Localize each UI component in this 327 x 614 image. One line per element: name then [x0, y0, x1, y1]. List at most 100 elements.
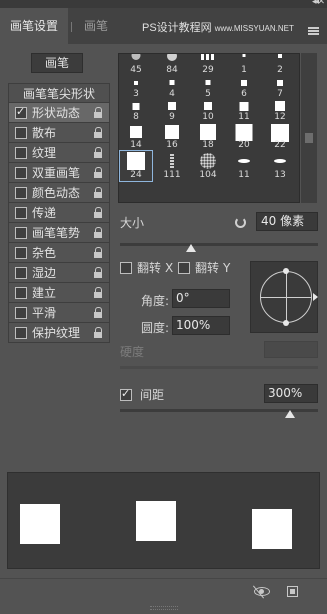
size-slider-track[interactable] — [120, 243, 318, 246]
brush-option-checkbox[interactable] — [15, 166, 27, 179]
brush-preset[interactable]: 8 — [120, 100, 152, 123]
brush-preset-size: 22 — [274, 140, 286, 150]
lock-icon[interactable] — [93, 166, 104, 179]
angle-roundness-widget[interactable] — [250, 261, 318, 333]
size-slider-thumb[interactable] — [186, 244, 197, 252]
brush-option-checkbox[interactable] — [15, 326, 27, 339]
flip-y-control[interactable]: 翻转 Y — [178, 259, 230, 276]
brush-option-label: 湿边 — [32, 266, 57, 280]
brush-option-row[interactable]: 双重画笔 — [8, 163, 110, 183]
spacing-field[interactable]: 300% — [264, 384, 318, 403]
brushes-button[interactable]: 画笔 — [31, 53, 83, 73]
brush-preset-size: 3 — [133, 89, 139, 99]
brush-preset[interactable]: 9 — [156, 100, 188, 123]
lock-icon[interactable] — [93, 246, 104, 259]
lock-icon[interactable] — [93, 286, 104, 299]
brush-preset[interactable]: 16 — [156, 123, 188, 151]
lock-icon[interactable] — [93, 146, 104, 159]
brush-option-checkbox[interactable] — [15, 286, 27, 299]
lock-icon[interactable] — [93, 266, 104, 279]
hardness-label: 硬度 — [120, 345, 145, 359]
brush-preset[interactable]: 111 — [156, 151, 188, 181]
collapse-panel-icon[interactable]: ◂◂ — [312, 0, 319, 7]
flip-x-checkbox[interactable] — [120, 261, 132, 274]
brush-preset[interactable]: 2 — [264, 54, 296, 76]
roundness-handle-bottom[interactable] — [283, 320, 289, 326]
brush-option-checkbox[interactable] — [15, 206, 27, 219]
lock-icon[interactable] — [93, 186, 104, 199]
preview-stamp — [252, 509, 292, 549]
spacing-control[interactable]: 间距 — [120, 386, 164, 403]
close-panel-icon[interactable]: ✕ — [317, 0, 325, 7]
brush-preset[interactable]: 22 — [264, 123, 296, 151]
lock-icon[interactable] — [93, 126, 104, 139]
brush-option-checkbox[interactable] — [15, 306, 27, 319]
brush-option-checkbox[interactable] — [15, 266, 27, 279]
brush-preset[interactable]: 24 — [119, 150, 153, 182]
preset-scrollbar[interactable] — [301, 53, 317, 203]
brush-preset[interactable]: 11 — [228, 100, 260, 123]
reset-size-icon[interactable] — [235, 217, 246, 228]
brush-option-row[interactable]: 纹理 — [8, 143, 110, 163]
brush-option-checkbox[interactable] — [15, 246, 27, 259]
spacing-slider-thumb[interactable] — [285, 410, 296, 418]
brush-preset[interactable]: 10 — [192, 100, 224, 123]
brush-preset-size: 111 — [163, 170, 181, 180]
lock-icon[interactable] — [93, 106, 104, 119]
brush-preset[interactable]: 6 — [228, 76, 260, 100]
brush-preset[interactable]: 13 — [264, 151, 296, 181]
brush-preset[interactable]: 3 — [120, 76, 152, 100]
lock-icon[interactable] — [93, 206, 104, 219]
flip-x-control[interactable]: 翻转 X — [120, 259, 173, 276]
brush-preset[interactable]: 4 — [156, 76, 188, 100]
brush-option-row[interactable]: 颜色动态 — [8, 183, 110, 203]
panel-resize-grip[interactable] — [150, 606, 178, 610]
angle-arrow-icon[interactable] — [313, 293, 318, 301]
brush-option-checkbox[interactable] — [15, 146, 27, 159]
brush-option-checkbox[interactable] — [15, 226, 27, 239]
preset-scroll-thumb[interactable] — [305, 133, 313, 143]
size-field[interactable]: 40 像素 — [256, 212, 318, 231]
brush-tip-shape-header[interactable]: 画笔笔尖形状 — [8, 83, 110, 103]
tab-brushes[interactable]: 画笔 — [74, 8, 118, 44]
brush-option-row[interactable]: 保护纹理 — [8, 323, 110, 343]
brush-preset[interactable]: 45 — [120, 54, 152, 76]
brush-option-checkbox[interactable] — [15, 126, 27, 139]
angle-field[interactable]: 0° — [172, 289, 230, 308]
brush-preset[interactable]: 84 — [156, 54, 188, 76]
brush-preset[interactable]: 5 — [192, 76, 224, 100]
brush-preset[interactable]: 7 — [264, 76, 296, 100]
brush-preset[interactable]: 11 — [228, 151, 260, 181]
brush-option-row[interactable]: 建立 — [8, 283, 110, 303]
new-brush-preset-icon[interactable] — [287, 586, 298, 597]
brush-option-row[interactable]: 散布 — [8, 123, 110, 143]
brush-preset[interactable]: 18 — [192, 123, 224, 151]
brush-preset[interactable]: 12 — [264, 100, 296, 123]
brush-preset-size: 1 — [241, 65, 247, 75]
spacing-checkbox[interactable] — [120, 387, 132, 401]
brush-preset[interactable]: 20 — [228, 123, 260, 151]
brush-preset-size: 9 — [169, 112, 175, 122]
brush-option-row[interactable]: 平滑 — [8, 303, 110, 323]
brush-option-row[interactable]: 湿边 — [8, 263, 110, 283]
brush-option-row[interactable]: 画笔笔势 — [8, 223, 110, 243]
brush-preset[interactable]: 29 — [192, 54, 224, 76]
brush-preset-swatch — [127, 152, 145, 170]
lock-icon[interactable] — [93, 226, 104, 239]
lock-icon[interactable] — [93, 326, 104, 339]
brush-option-checkbox[interactable] — [15, 105, 27, 119]
panel-menu-icon[interactable] — [308, 27, 319, 35]
tab-brush-settings[interactable]: 画笔设置 — [0, 8, 72, 44]
brush-option-row[interactable]: 传递 — [8, 203, 110, 223]
brush-option-checkbox[interactable] — [15, 186, 27, 199]
roundness-handle-top[interactable] — [283, 268, 289, 274]
brush-option-row[interactable]: 杂色 — [8, 243, 110, 263]
size-label: 大小 — [120, 216, 145, 230]
lock-icon[interactable] — [93, 306, 104, 319]
roundness-field[interactable]: 100% — [172, 316, 230, 335]
brush-preset[interactable]: 1 — [228, 54, 260, 76]
brush-preset[interactable]: 104 — [192, 151, 224, 181]
brush-option-row[interactable]: 形状动态 — [8, 103, 110, 123]
flip-y-checkbox[interactable] — [178, 261, 190, 274]
brush-preset[interactable]: 14 — [120, 123, 152, 151]
